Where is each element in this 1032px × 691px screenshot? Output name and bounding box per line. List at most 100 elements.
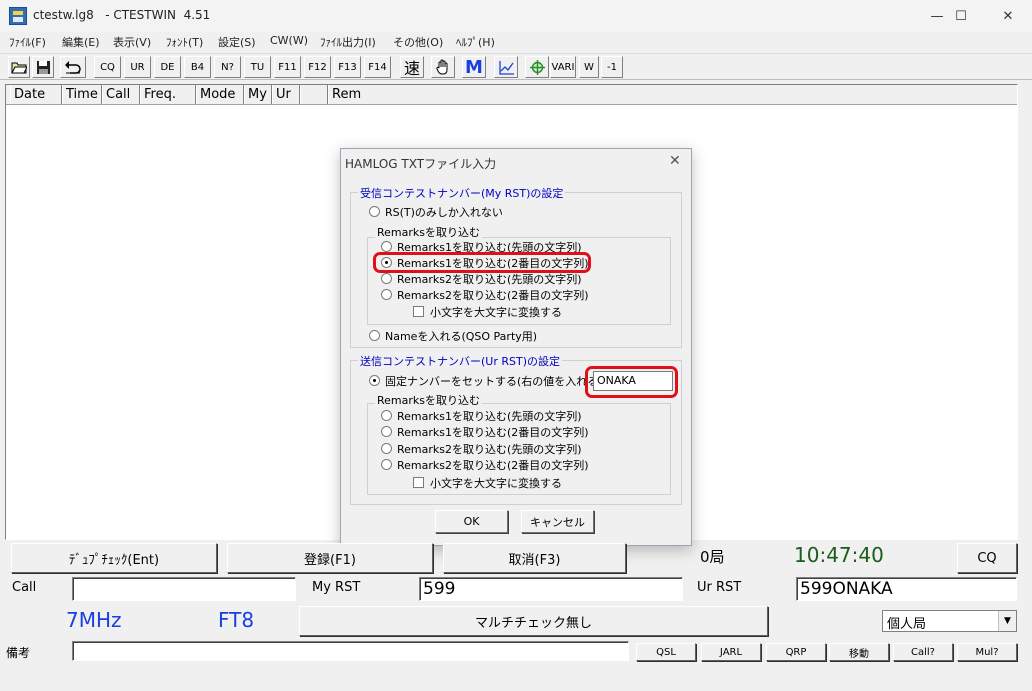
- column-freq[interactable]: Freq.: [140, 85, 196, 104]
- column-call[interactable]: Call: [102, 85, 140, 104]
- send-option-remarks2-second[interactable]: Remarks2を取り込む(2番目の文字列): [381, 457, 589, 472]
- close-button[interactable]: ✕: [985, 0, 1031, 32]
- radio-icon[interactable]: [381, 459, 392, 470]
- send-uppercase-checkbox[interactable]: 小文字を大文字に変換する: [413, 475, 562, 490]
- jarl-button[interactable]: JARL: [701, 643, 761, 661]
- hamlog-import-dialog: HAMLOG TXTファイル入力 ✕ 受信コンテストナンバー(My RST)の設…: [340, 148, 692, 546]
- band-display: 7MHz: [66, 608, 122, 632]
- f13-toolbar-button[interactable]: F13: [334, 56, 361, 78]
- save-disk-icon[interactable]: [32, 56, 54, 78]
- title-bar: ctestw.lg8 - CTESTWIN 4.51 — ☐ ✕: [0, 0, 1032, 32]
- speed-button[interactable]: 速: [400, 56, 424, 78]
- radio-icon[interactable]: [381, 426, 392, 437]
- f14-toolbar-button[interactable]: F14: [364, 56, 391, 78]
- mode-display: FT8: [218, 608, 255, 632]
- menu-other[interactable]: その他(O): [393, 34, 443, 50]
- register-button[interactable]: 登録(F1): [227, 543, 433, 573]
- radio-icon[interactable]: [369, 206, 380, 217]
- recv-option-remarks2-second[interactable]: Remarks2を取り込む(2番目の文字列): [381, 287, 589, 302]
- column-time[interactable]: Time: [62, 85, 102, 104]
- multi-check-button[interactable]: マルチチェック無し: [299, 606, 768, 636]
- send-option-remarks1-first[interactable]: Remarks1を取り込む(先頭の文字列): [381, 408, 582, 423]
- remarks-input[interactable]: [72, 641, 629, 661]
- recv-group-title: 受信コンテストナンバー(My RST)の設定: [358, 185, 566, 201]
- cq-button[interactable]: CQ: [957, 543, 1017, 573]
- m-button[interactable]: M: [462, 56, 486, 78]
- f12-toolbar-button[interactable]: F12: [304, 56, 331, 78]
- send-remarks-group-title: Remarksを取り込む: [375, 392, 482, 408]
- menu-file[interactable]: ﾌｧｲﾙ(F): [9, 34, 46, 50]
- radio-icon[interactable]: [369, 330, 380, 341]
- hand-icon[interactable]: [431, 56, 455, 78]
- tu-toolbar-button[interactable]: TU: [244, 56, 271, 78]
- n-query-toolbar-button[interactable]: N?: [214, 56, 241, 78]
- my-rst-label: My RST: [312, 580, 361, 595]
- qsl-button[interactable]: QSL: [636, 643, 696, 661]
- station-count: 0局: [700, 548, 725, 566]
- call-label: Call: [12, 580, 37, 595]
- w-button[interactable]: W: [579, 56, 599, 78]
- remarks-label: 備考: [6, 646, 31, 660]
- radio-icon[interactable]: [381, 273, 392, 284]
- clock-time: 10:47:40: [794, 543, 884, 567]
- de-toolbar-button[interactable]: DE: [154, 56, 181, 78]
- open-folder-icon[interactable]: [8, 56, 30, 78]
- column-rem[interactable]: Rem: [328, 85, 1017, 104]
- send-option-remarks1-second[interactable]: Remarks1を取り込む(2番目の文字列): [381, 424, 589, 439]
- menu-cw[interactable]: CW(W): [270, 34, 308, 47]
- log-list-header: Date Time Call Freq. Mode My Ur Rem: [6, 85, 1017, 105]
- rotate-icon[interactable]: [525, 56, 549, 78]
- vari-button[interactable]: VARI: [550, 56, 576, 78]
- maximize-button[interactable]: ☐: [938, 0, 984, 32]
- menu-file-output[interactable]: ﾌｧｲﾙ出力(I): [320, 34, 376, 50]
- b4-toolbar-button[interactable]: B4: [184, 56, 211, 78]
- menu-view[interactable]: 表示(V): [113, 34, 151, 50]
- ur-toolbar-button[interactable]: UR: [124, 56, 151, 78]
- checkbox-icon[interactable]: [413, 477, 424, 488]
- call-query-button[interactable]: Call?: [893, 643, 953, 661]
- checkbox-icon[interactable]: [413, 306, 424, 317]
- send-option-remarks2-first[interactable]: Remarks2を取り込む(先頭の文字列): [381, 441, 582, 456]
- dupe-check-button[interactable]: ﾃﾞｭﾌﾟﾁｪｯｸ(Ent): [11, 543, 217, 573]
- menu-bar: ﾌｧｲﾙ(F) 編集(E) 表示(V) ﾌｫﾝﾄ(T) 設定(S) CW(W) …: [0, 32, 1032, 52]
- column-blank[interactable]: [300, 85, 328, 104]
- cq-toolbar-button[interactable]: CQ: [94, 56, 121, 78]
- station-type-select[interactable]: 個人局 ▼: [882, 610, 1017, 632]
- ok-button[interactable]: OK: [435, 510, 508, 533]
- column-mode[interactable]: Mode: [196, 85, 244, 104]
- cancel-entry-button[interactable]: 取消(F3): [443, 543, 626, 573]
- menu-settings[interactable]: 設定(S): [218, 34, 256, 50]
- portable-button[interactable]: 移動: [829, 643, 889, 661]
- recv-option-rst-only[interactable]: RS(T)のみしか入れない: [369, 204, 503, 219]
- qrp-button[interactable]: QRP: [766, 643, 826, 661]
- radio-selected-icon[interactable]: [369, 375, 380, 386]
- radio-icon[interactable]: [381, 241, 392, 252]
- dialog-cancel-button[interactable]: キャンセル: [521, 510, 594, 533]
- call-input[interactable]: [72, 577, 296, 601]
- graph-icon[interactable]: [494, 56, 518, 78]
- toolbar: CQ UR DE B4 N? TU F11 F12 F13 F14 速 M VA…: [0, 53, 1032, 80]
- chevron-down-icon[interactable]: ▼: [998, 611, 1016, 631]
- recv-option-name[interactable]: Nameを入れる(QSO Party用): [369, 328, 537, 343]
- radio-icon[interactable]: [381, 443, 392, 454]
- undo-icon[interactable]: [60, 56, 86, 78]
- f11-toolbar-button[interactable]: F11: [274, 56, 301, 78]
- mul-query-button[interactable]: Mul?: [957, 643, 1017, 661]
- menu-help[interactable]: ﾍﾙﾌﾟ(H): [456, 34, 495, 50]
- dialog-close-icon[interactable]: ✕: [669, 153, 681, 169]
- column-ur[interactable]: Ur: [272, 85, 300, 104]
- column-my[interactable]: My: [244, 85, 272, 104]
- recv-uppercase-checkbox[interactable]: 小文字を大文字に変換する: [413, 304, 562, 319]
- radio-icon[interactable]: [381, 410, 392, 421]
- my-rst-input[interactable]: 599: [419, 577, 683, 601]
- minus-one-button[interactable]: -1: [601, 56, 623, 78]
- dialog-title: HAMLOG TXTファイル入力: [345, 157, 497, 171]
- menu-font[interactable]: ﾌｫﾝﾄ(T): [166, 34, 203, 50]
- ur-rst-input[interactable]: 599ONAKA: [796, 577, 1017, 601]
- menu-edit[interactable]: 編集(E): [62, 34, 100, 50]
- radio-icon[interactable]: [381, 289, 392, 300]
- column-date[interactable]: Date: [10, 85, 62, 104]
- send-option-fixed[interactable]: 固定ナンバーをセットする(右の値を入れる): [369, 373, 603, 388]
- window-title: ctestw.lg8 - CTESTWIN 4.51: [33, 8, 211, 22]
- recv-option-remarks2-first[interactable]: Remarks2を取り込む(先頭の文字列): [381, 271, 582, 286]
